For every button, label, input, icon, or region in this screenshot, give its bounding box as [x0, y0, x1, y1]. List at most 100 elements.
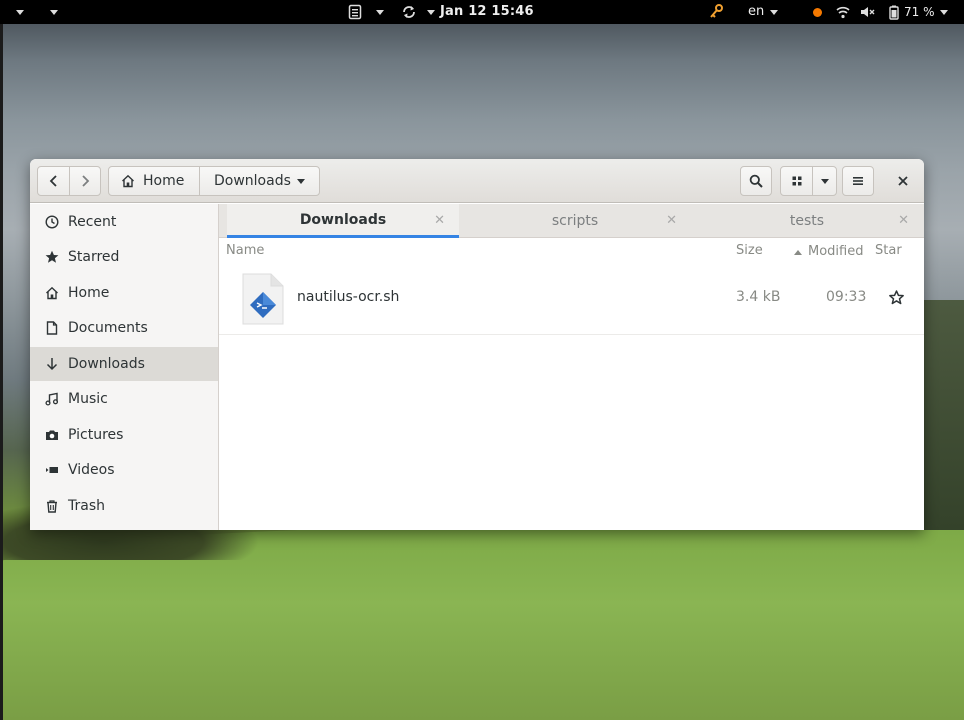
chevron-down-icon	[297, 178, 305, 184]
camera-icon	[44, 427, 60, 443]
close-icon	[898, 176, 908, 186]
tab-label: Downloads	[299, 211, 387, 228]
search-button[interactable]	[740, 166, 772, 196]
home-icon	[122, 174, 134, 188]
star-icon	[44, 249, 60, 265]
file-manager-window: Home Downloads Recent Starred Home Docum…	[30, 159, 924, 530]
volume-indicator[interactable]	[860, 0, 876, 24]
chevron-right-icon	[82, 175, 90, 187]
file-modified: 09:33	[826, 289, 867, 305]
column-header-star[interactable]: Star	[875, 241, 902, 263]
close-window-button[interactable]	[888, 166, 918, 196]
star-outline-icon	[889, 290, 904, 305]
path-current-label: Downloads	[214, 173, 291, 189]
sidebar-item-label: Recent	[68, 214, 117, 230]
close-icon[interactable]: ✕	[434, 213, 445, 228]
clipboard-menu-arrow[interactable]	[376, 0, 384, 24]
wifi-indicator[interactable]	[836, 0, 850, 24]
view-options-button[interactable]	[812, 167, 836, 195]
status-dot[interactable]	[813, 0, 822, 24]
sidebar-item-pictures[interactable]: Pictures	[30, 418, 218, 452]
download-icon	[44, 356, 60, 372]
clipboard-icon	[348, 4, 362, 20]
chevron-down-icon	[16, 9, 24, 15]
language-indicator[interactable]: en	[748, 0, 779, 24]
notification-dot-icon	[813, 7, 822, 17]
sync-menu-arrow[interactable]	[427, 0, 435, 24]
sidebar: Recent Starred Home Documents Downloads	[30, 204, 219, 530]
sidebar-item-documents[interactable]: Documents	[30, 311, 218, 345]
search-icon	[749, 174, 763, 188]
close-icon[interactable]: ✕	[666, 213, 677, 228]
trash-icon	[44, 498, 60, 514]
column-header-modified-label: Modified	[808, 244, 864, 259]
history-buttons	[37, 166, 101, 196]
path-home-button[interactable]: Home	[109, 167, 199, 195]
clock-icon	[44, 214, 60, 230]
activities-menu-arrow[interactable]	[16, 0, 24, 24]
refresh-icon	[403, 6, 415, 18]
sidebar-item-downloads[interactable]: Downloads	[30, 347, 218, 381]
grid-view-button[interactable]	[781, 167, 812, 195]
file-size: 3.4 kB	[736, 289, 781, 305]
sidebar-item-trash[interactable]: Trash	[30, 489, 218, 523]
tab-tests[interactable]: tests ✕	[691, 204, 923, 238]
sidebar-item-music[interactable]: Music	[30, 382, 218, 416]
table-row[interactable]: nautilus-ocr.sh 3.4 kB 09:33	[219, 263, 924, 335]
video-icon	[44, 462, 60, 478]
wifi-icon	[836, 6, 850, 19]
path-home-label: Home	[143, 173, 185, 189]
keyring-indicator[interactable]	[709, 0, 723, 24]
menu-button[interactable]	[842, 166, 874, 196]
chevron-down-icon	[427, 9, 435, 15]
shell-script-file-icon	[241, 272, 285, 326]
path-bar: Home Downloads	[108, 166, 320, 196]
column-header-name[interactable]: Name	[226, 241, 264, 263]
sync-indicator[interactable]	[401, 0, 417, 24]
view-buttons	[780, 166, 837, 196]
back-button[interactable]	[38, 167, 69, 195]
tab-label: tests	[789, 213, 825, 229]
battery-indicator[interactable]: 71 %	[889, 0, 948, 24]
app-menu-arrow[interactable]	[50, 0, 58, 24]
sidebar-item-recent[interactable]: Recent	[30, 205, 218, 239]
tab-bar: Downloads ✕ scripts ✕ tests ✕	[219, 204, 924, 238]
tab-label: scripts	[551, 213, 599, 229]
sidebar-item-label: Home	[68, 285, 110, 301]
chevron-down-icon	[770, 9, 779, 15]
clipboard-indicator[interactable]	[348, 0, 362, 24]
volume-muted-icon	[861, 7, 875, 17]
path-current-button[interactable]: Downloads	[199, 167, 319, 195]
sidebar-item-label: Videos	[68, 462, 115, 478]
chevron-down-icon	[376, 9, 384, 15]
clock[interactable]: Jan 12 15:46	[440, 0, 534, 24]
chevron-down-icon	[939, 9, 948, 15]
sidebar-item-home[interactable]: Home	[30, 276, 218, 310]
tab-scripts[interactable]: scripts ✕	[459, 204, 691, 238]
home-icon	[44, 285, 60, 301]
forward-button[interactable]	[69, 167, 100, 195]
screen-edge	[0, 24, 3, 720]
close-icon[interactable]: ✕	[898, 213, 909, 228]
key-icon	[710, 4, 723, 18]
chevron-down-icon	[50, 9, 58, 15]
column-header-modified[interactable]: Modified	[793, 241, 863, 263]
sidebar-item-label: Trash	[68, 498, 105, 514]
column-header-size[interactable]: Size	[736, 241, 763, 263]
sidebar-item-label: Pictures	[68, 427, 124, 443]
sidebar-item-starred[interactable]: Starred	[30, 240, 218, 274]
star-toggle[interactable]	[889, 290, 904, 309]
file-list: Name Size Modified Star nautilus-ocr.sh …	[219, 239, 924, 530]
tab-downloads[interactable]: Downloads ✕	[227, 204, 459, 238]
chevron-down-icon	[820, 178, 829, 184]
sort-ascending-icon	[794, 250, 802, 255]
sidebar-item-label: Starred	[68, 249, 120, 265]
document-icon	[44, 320, 60, 336]
language-label: en	[748, 4, 765, 19]
battery-icon	[889, 5, 899, 20]
music-icon	[44, 391, 60, 407]
top-bar: Jan 12 15:46 en 71 %	[0, 0, 964, 24]
battery-percent: 71 %	[904, 5, 935, 19]
sidebar-item-videos[interactable]: Videos	[30, 453, 218, 487]
file-name: nautilus-ocr.sh	[297, 289, 400, 305]
